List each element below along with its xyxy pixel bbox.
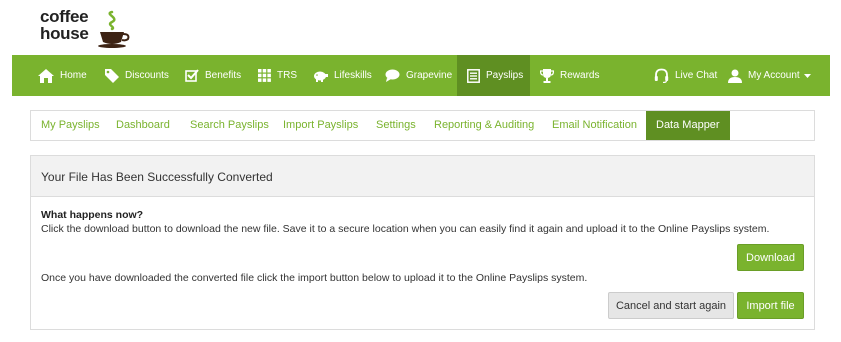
- tab-import-payslips[interactable]: Import Payslips: [283, 111, 358, 140]
- grid-icon: [258, 69, 271, 82]
- checkbox-icon: [185, 69, 199, 82]
- coffee-cup-icon: [98, 10, 130, 48]
- trophy-icon: [540, 68, 554, 83]
- nav-item-trs[interactable]: TRS: [258, 55, 297, 96]
- nav-item-discounts[interactable]: Discounts: [105, 55, 169, 96]
- import-file-button[interactable]: Import file: [737, 292, 804, 319]
- chat-bubble-icon: [385, 69, 400, 82]
- tab-search-payslips[interactable]: Search Payslips: [190, 111, 269, 140]
- my-account-label: My Account: [748, 70, 800, 81]
- nav-label: Rewards: [560, 70, 600, 81]
- tag-icon: [105, 68, 119, 83]
- piggy-bank-icon: [312, 70, 328, 82]
- live-chat-label: Live Chat: [675, 70, 718, 81]
- home-icon: [38, 68, 54, 83]
- main-navbar: Home Discounts Benefits TRS Lifeskills G…: [12, 55, 830, 96]
- import-instructions: Once you have downloaded the converted f…: [41, 272, 588, 284]
- nav-label: Payslips: [486, 70, 524, 81]
- conversion-result-panel: Your File Has Been Successfully Converte…: [30, 155, 815, 330]
- nav-label: Grapevine: [406, 70, 453, 81]
- tab-data-mapper[interactable]: Data Mapper: [646, 111, 730, 140]
- nav-label: Benefits: [205, 70, 242, 81]
- download-instructions: Click the download button to download th…: [41, 223, 770, 235]
- nav-label: TRS: [277, 70, 297, 81]
- nav-item-home[interactable]: Home: [38, 55, 87, 96]
- cancel-start-again-button[interactable]: Cancel and start again: [608, 292, 734, 319]
- nav-label: Home: [60, 70, 87, 81]
- logo-line-1: coffee: [40, 7, 89, 26]
- logo-line-2: house: [40, 24, 89, 43]
- panel-header: Your File Has Been Successfully Converte…: [31, 156, 814, 197]
- tab-dashboard[interactable]: Dashboard: [116, 111, 170, 140]
- live-chat-link[interactable]: Live Chat: [654, 55, 717, 96]
- nav-label: Lifeskills: [334, 70, 372, 81]
- nav-item-grapevine[interactable]: Grapevine: [385, 55, 452, 96]
- document-list-icon: [467, 68, 480, 83]
- nav-label: Discounts: [125, 70, 169, 81]
- nav-item-payslips[interactable]: Payslips: [457, 55, 530, 96]
- tab-email-notification[interactable]: Email Notification: [552, 111, 637, 140]
- user-icon: [728, 69, 742, 83]
- headset-icon: [654, 68, 669, 83]
- caret-down-icon: [803, 73, 811, 78]
- payslips-subnav: My Payslips Dashboard Search Payslips Im…: [30, 110, 815, 141]
- what-happens-heading: What happens now?: [41, 209, 144, 221]
- panel-title: Your File Has Been Successfully Converte…: [41, 170, 273, 184]
- nav-item-benefits[interactable]: Benefits: [185, 55, 241, 96]
- tab-my-payslips[interactable]: My Payslips: [41, 111, 100, 140]
- tab-settings[interactable]: Settings: [376, 111, 416, 140]
- download-button[interactable]: Download: [737, 244, 804, 271]
- logo-text: coffee house: [40, 8, 89, 42]
- nav-item-rewards[interactable]: Rewards: [540, 55, 599, 96]
- nav-item-lifeskills[interactable]: Lifeskills: [312, 55, 372, 96]
- coffee-house-logo[interactable]: coffee house: [40, 8, 140, 48]
- my-account-dropdown[interactable]: My Account: [728, 55, 811, 96]
- tab-reporting-auditing[interactable]: Reporting & Auditing: [434, 111, 534, 140]
